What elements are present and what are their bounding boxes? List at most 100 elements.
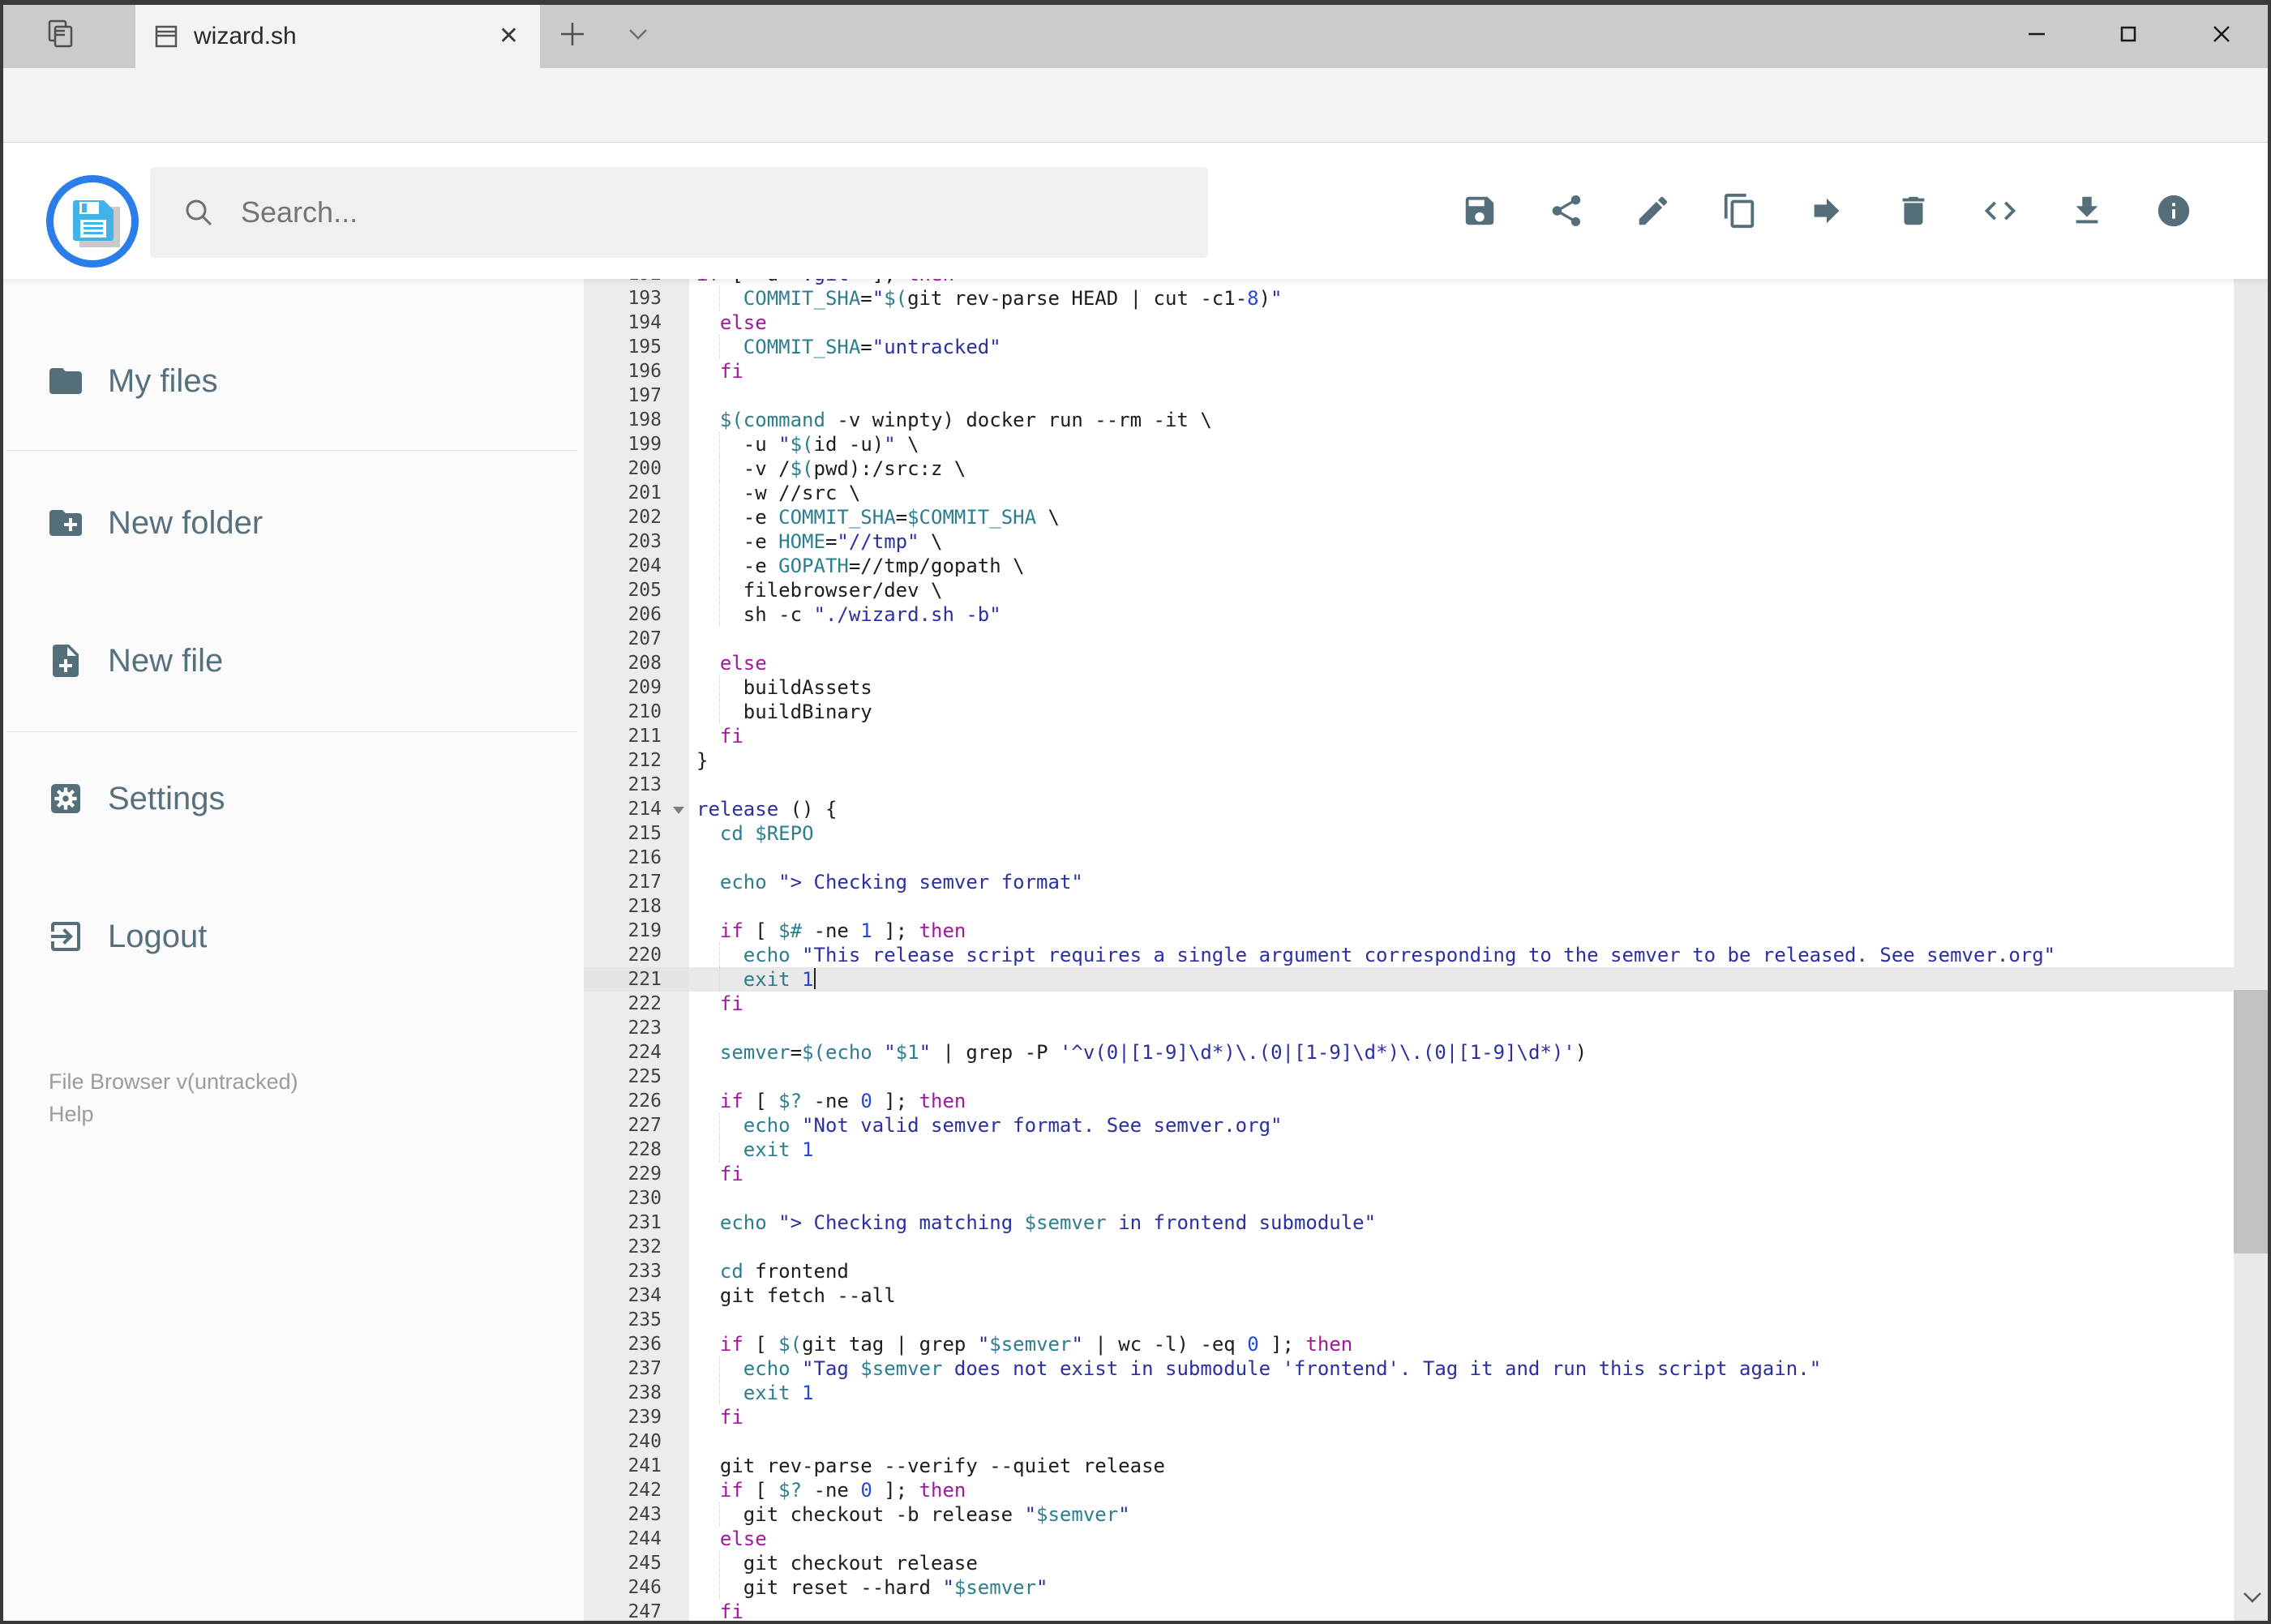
code-line[interactable]: 202 -e COMMIT_SHA=$COMMIT_SHA \: [584, 505, 2234, 529]
line-number: 194: [584, 311, 689, 335]
code-text: sh -c "./wizard.sh -b": [696, 602, 1001, 627]
code-text: echo "This release script requires a sin…: [689, 943, 2234, 967]
code-line[interactable]: 237 echo "Tag $semver does not exist in …: [584, 1356, 2234, 1381]
code-line[interactable]: 201 -w //src \: [584, 481, 2234, 505]
code-scroller: 192if [ -d ".git" ]; then193 COMMIT_SHA=…: [584, 279, 2234, 1624]
fold-arrow-icon[interactable]: [673, 807, 684, 814]
edit-icon[interactable]: [1635, 192, 1672, 229]
code-line[interactable]: 194 else: [584, 311, 2234, 335]
code-line[interactable]: 211 fi: [584, 724, 2234, 748]
code-line[interactable]: 236 if [ $(git tag | grep "$semver" | wc…: [584, 1332, 2234, 1356]
code-line[interactable]: 196 fi: [584, 359, 2234, 384]
code-line[interactable]: 244 else: [584, 1527, 2234, 1551]
code-line[interactable]: 239 fi: [584, 1405, 2234, 1429]
search-bar[interactable]: [150, 167, 1208, 258]
code-line[interactable]: 221 exit 1: [584, 967, 2234, 992]
code-text: git fetch --all: [696, 1284, 896, 1307]
close-button[interactable]: [2202, 15, 2241, 54]
sidebar-item-new-file[interactable]: New file: [0, 623, 584, 698]
code-line[interactable]: 199 -u "$(id -u)" \: [584, 432, 2234, 456]
code-line[interactable]: 234 git fetch --all: [584, 1283, 2234, 1308]
filebrowser-logo[interactable]: [46, 175, 139, 268]
code-line[interactable]: 209 buildAssets: [584, 675, 2234, 700]
tab-dropdown-icon[interactable]: [620, 23, 656, 47]
code-line[interactable]: 220 echo "This release script requires a…: [584, 943, 2234, 967]
code-line[interactable]: 197: [584, 384, 2234, 408]
floppy-disk-icon: [73, 200, 120, 247]
code-line[interactable]: 228 exit 1: [584, 1138, 2234, 1162]
new-tab-icon[interactable]: [555, 16, 590, 52]
copy-icon[interactable]: [1721, 192, 1759, 229]
active-tab[interactable]: wizard.sh ✕: [135, 4, 540, 68]
code-line[interactable]: 213: [584, 773, 2234, 797]
download-icon[interactable]: [2068, 192, 2106, 229]
code-line[interactable]: 218: [584, 894, 2234, 919]
info-icon[interactable]: [2155, 192, 2192, 229]
code-line[interactable]: 207: [584, 627, 2234, 651]
code-line[interactable]: 208 else: [584, 651, 2234, 675]
code-text: fi: [719, 360, 743, 383]
code-line[interactable]: 206 sh -c "./wizard.sh -b": [584, 602, 2234, 627]
sidebar-item-new-folder[interactable]: New folder: [0, 486, 584, 560]
code-line[interactable]: 231 echo "> Checking matching $semver in…: [584, 1211, 2234, 1235]
code-line[interactable]: 243 git checkout -b release "$semver": [584, 1502, 2234, 1527]
minimize-button[interactable]: [2017, 15, 2056, 54]
tab-preview-icon[interactable]: [43, 16, 79, 52]
code-line[interactable]: 230: [584, 1186, 2234, 1211]
code-line[interactable]: 232: [584, 1235, 2234, 1259]
sidebar-item-my-files[interactable]: My files: [0, 344, 584, 418]
code-line[interactable]: 195 COMMIT_SHA="untracked": [584, 335, 2234, 359]
code-line[interactable]: 246 git reset --hard "$semver": [584, 1575, 2234, 1600]
code-icon[interactable]: [1982, 192, 2019, 229]
code-editor[interactable]: 192if [ -d ".git" ]; then193 COMMIT_SHA=…: [584, 279, 2234, 1624]
search-input[interactable]: [239, 195, 1208, 230]
code-line[interactable]: 198 $(command -v winpty) docker run --rm…: [584, 408, 2234, 432]
code-line[interactable]: 245 git checkout release: [584, 1551, 2234, 1575]
code-text: -e COMMIT_SHA=$COMMIT_SHA \: [696, 505, 1060, 529]
code-line[interactable]: 233 cd frontend: [584, 1259, 2234, 1283]
save-icon[interactable]: [1461, 192, 1498, 229]
code-line[interactable]: 225: [584, 1065, 2234, 1089]
code-line[interactable]: 235: [584, 1308, 2234, 1332]
code-line[interactable]: 223: [584, 1016, 2234, 1040]
delete-icon[interactable]: [1895, 192, 1932, 229]
code-text: $(command -v winpty) docker run --rm -it…: [719, 409, 1212, 431]
code-line[interactable]: 224 semver=$(echo "$1" | grep -P '^v(0|[…: [584, 1040, 2234, 1065]
tab-close-icon[interactable]: ✕: [499, 24, 519, 49]
code-line[interactable]: 212}: [584, 748, 2234, 773]
code-line[interactable]: 214 release () {: [584, 797, 2234, 821]
code-line[interactable]: 226 if [ $? -ne 0 ]; then: [584, 1089, 2234, 1113]
sidebar-item-logout[interactable]: Logout: [0, 899, 584, 974]
scroll-down-icon[interactable]: [2239, 1583, 2265, 1609]
code-line[interactable]: 204 -e GOPATH=//tmp/gopath \: [584, 554, 2234, 578]
code-line[interactable]: 229 fi: [584, 1162, 2234, 1186]
code-line[interactable]: 227 echo "Not valid semver format. See s…: [584, 1113, 2234, 1138]
code-text: echo "> Checking matching $semver in fro…: [719, 1211, 1377, 1234]
scrollbar-thumb[interactable]: [2234, 990, 2271, 1253]
help-link[interactable]: Help: [49, 1098, 298, 1130]
code-line[interactable]: 192if [ -d ".git" ]; then: [584, 279, 2234, 286]
code-line[interactable]: 203 -e HOME="//tmp" \: [584, 529, 2234, 554]
code-line[interactable]: 238 exit 1: [584, 1381, 2234, 1405]
code-line[interactable]: 242 if [ $? -ne 0 ]; then: [584, 1478, 2234, 1502]
code-line[interactable]: 240: [584, 1429, 2234, 1454]
code-line[interactable]: 210 buildBinary: [584, 700, 2234, 724]
sidebar-item-settings[interactable]: Settings: [0, 761, 584, 836]
page-scrollbar[interactable]: [2234, 144, 2271, 1621]
code-line[interactable]: 193 COMMIT_SHA="$(git rev-parse HEAD | c…: [584, 286, 2234, 311]
move-icon[interactable]: [1808, 192, 1845, 229]
code-line[interactable]: 222 fi: [584, 992, 2234, 1016]
code-line[interactable]: 205 filebrowser/dev \: [584, 578, 2234, 602]
maximize-button[interactable]: [2109, 15, 2148, 54]
code-line[interactable]: 216: [584, 846, 2234, 870]
code-line[interactable]: 217 echo "> Checking semver format": [584, 870, 2234, 894]
code-line[interactable]: 215 cd $REPO: [584, 821, 2234, 846]
tab-title: wizard.sh: [194, 22, 297, 49]
share-icon[interactable]: [1548, 192, 1585, 229]
code-line[interactable]: 200 -v /$(pwd):/src:z \: [584, 456, 2234, 481]
line-number: 199: [584, 432, 689, 456]
code-line[interactable]: 241 git rev-parse --verify --quiet relea…: [584, 1454, 2234, 1478]
code-line[interactable]: 219 if [ $# -ne 1 ]; then: [584, 919, 2234, 943]
